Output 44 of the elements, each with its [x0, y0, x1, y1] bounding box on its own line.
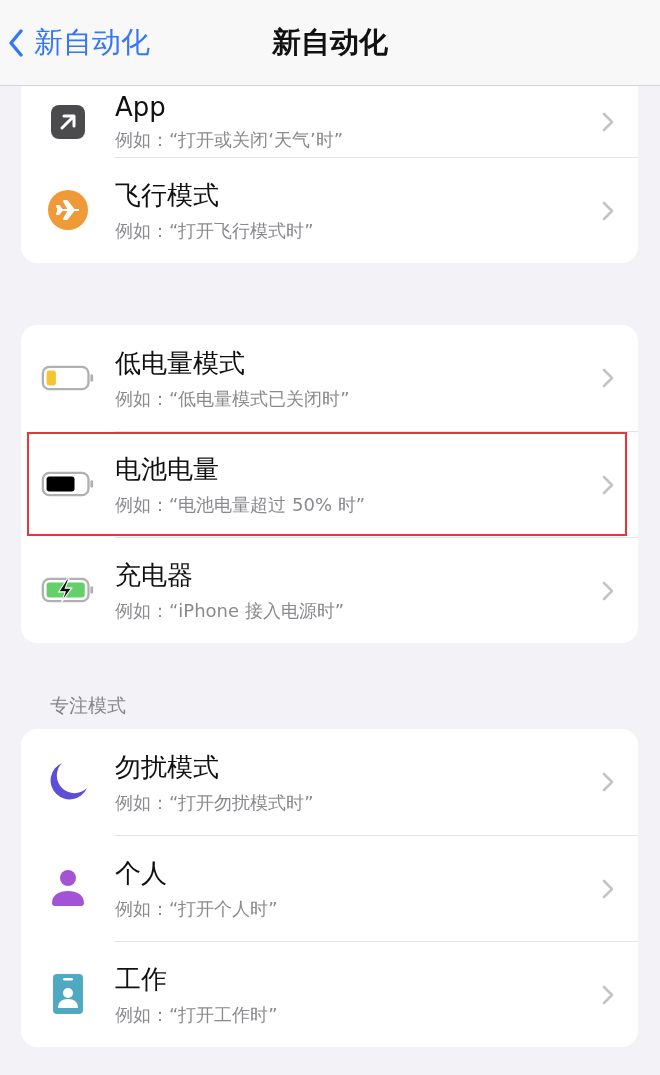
- row-subtitle: 例如：“打开勿扰模式时”: [115, 790, 315, 815]
- row-subtitle: 例如：“iPhone 接入电源时”: [115, 599, 346, 623]
- chevron-icon: [602, 878, 614, 899]
- list-row[interactable]: 电池电量 例如：“电池电量超过 50% 时”: [21, 431, 638, 537]
- person-icon: [51, 870, 85, 906]
- list-row[interactable]: 飞行模式 例如：“打开飞行模式时”: [21, 157, 638, 263]
- list-row[interactable]: 工作 例如：“打开工作时”: [21, 941, 638, 1047]
- list-row[interactable]: App 例如：“打开或关闭‘天气’时”: [21, 86, 638, 157]
- charging-battery-icon: [41, 576, 95, 604]
- id-badge-icon: [53, 974, 83, 1014]
- airplane-icon: [48, 190, 88, 230]
- nav-title: 新自动化: [272, 24, 388, 59]
- moon-icon: [48, 762, 88, 802]
- section-header: 专注模式: [50, 693, 127, 718]
- chevron-icon: [602, 772, 614, 792]
- row-title: 工作: [115, 963, 168, 996]
- battery-icon: [41, 364, 95, 392]
- chevron-icon: [602, 200, 614, 221]
- chevron-icon: [602, 111, 614, 132]
- row-title: 个人: [115, 857, 168, 890]
- row-subtitle: 例如：“低电量模式已关闭时”: [115, 386, 351, 411]
- row-title: 勿扰模式: [115, 750, 220, 784]
- row-title: 低电量模式: [115, 346, 246, 380]
- back-chevron-icon: [8, 28, 24, 57]
- row-subtitle: 例如：“电池电量超过 50% 时”: [115, 493, 367, 517]
- chevron-icon: [602, 984, 614, 1005]
- row-subtitle: 例如：“打开飞行模式时”: [115, 219, 315, 243]
- chevron-icon: [602, 474, 614, 495]
- row-title: 充电器: [115, 559, 194, 592]
- list-row[interactable]: 充电器 例如：“iPhone 接入电源时”: [21, 537, 638, 643]
- row-subtitle: 例如：“打开个人时”: [115, 897, 279, 921]
- row-subtitle: 例如：“打开工作时”: [115, 1003, 279, 1027]
- chevron-icon: [602, 580, 614, 601]
- back-button[interactable]: 新自动化: [0, 22, 150, 63]
- arrow-app-icon: [51, 104, 85, 139]
- row-title: App: [115, 91, 167, 122]
- row-title: 飞行模式: [115, 179, 220, 212]
- battery-icon: [41, 470, 95, 498]
- list-row[interactable]: 勿扰模式 例如：“打开勿扰模式时”: [21, 729, 638, 835]
- row-title: 电池电量: [115, 453, 220, 486]
- chevron-icon: [602, 368, 614, 388]
- list-row[interactable]: 低电量模式 例如：“低电量模式已关闭时”: [21, 325, 638, 431]
- row-subtitle: 例如：“打开或关闭‘天气’时”: [115, 127, 345, 152]
- list-row[interactable]: 个人 例如：“打开个人时”: [21, 835, 638, 941]
